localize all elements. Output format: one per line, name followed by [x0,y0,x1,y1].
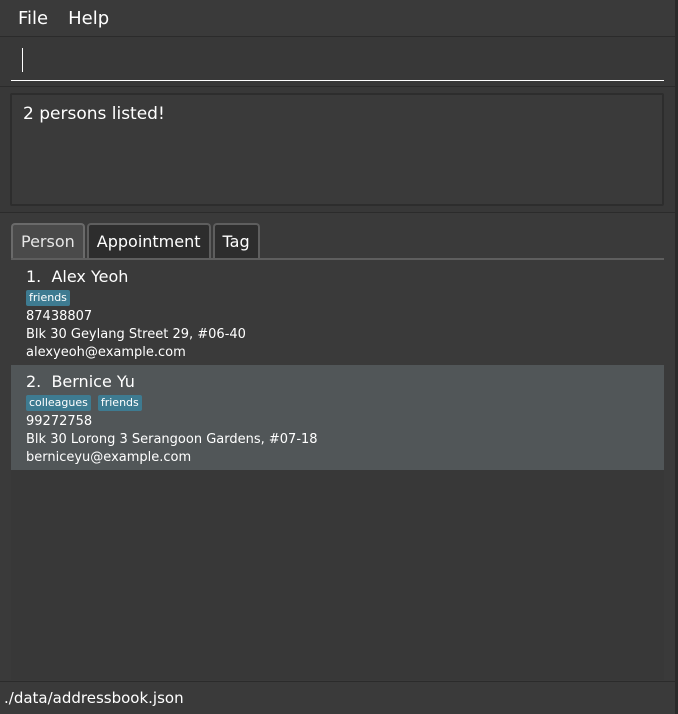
address-book-window: File Help 2 persons listed! Person Appoi… [0,0,678,714]
person-list[interactable]: 1. Alex Yeoh friends 87438807 Blk 30 Gey… [11,260,664,680]
status-bar: ./data/addressbook.json [0,681,678,714]
person-email: alexyeoh@example.com [26,345,186,360]
tag-badge: friends [26,290,70,306]
person-address: Blk 30 Lorong 3 Serangoon Gardens, #07-1… [26,432,318,447]
tag-badge: colleagues [26,395,91,411]
command-input[interactable] [11,45,664,81]
person-name-line: 1. Alex Yeoh [26,266,649,288]
command-box [0,37,678,87]
tag-badge: friends [97,395,142,411]
tab-tag[interactable]: Tag [212,223,260,259]
person-index: 2. [26,372,42,391]
tab-person[interactable]: Person [11,223,85,259]
person-address: Blk 30 Geylang Street 29, #06-40 [26,327,246,342]
text-caret [22,48,23,72]
person-phone: 99272758 [26,414,93,429]
person-name: Bernice Yu [51,372,135,391]
result-display-area: 2 persons listed! [0,87,678,213]
person-name-line: 2. Bernice Yu [26,371,649,393]
tab-appointment[interactable]: Appointment [86,223,211,259]
save-location: ./data/addressbook.json [4,689,184,707]
result-text: 2 persons listed! [23,104,165,124]
menu-file[interactable]: File [8,0,58,37]
person-index: 1. [26,267,42,286]
tab-bar: Person Appointment Tag [11,223,260,259]
menu-bar: File Help [0,0,678,37]
person-card[interactable]: 1. Alex Yeoh friends 87438807 Blk 30 Gey… [11,260,664,365]
tag-list: friends [26,290,649,306]
person-email: berniceyu@example.com [26,450,192,465]
menu-help[interactable]: Help [58,0,119,37]
person-card[interactable]: 2. Bernice Yu colleagues friends 9927275… [11,365,664,470]
person-phone: 87438807 [26,309,93,324]
tag-list: colleagues friends [26,395,649,411]
result-display: 2 persons listed! [10,93,664,206]
person-name: Alex Yeoh [51,267,129,286]
